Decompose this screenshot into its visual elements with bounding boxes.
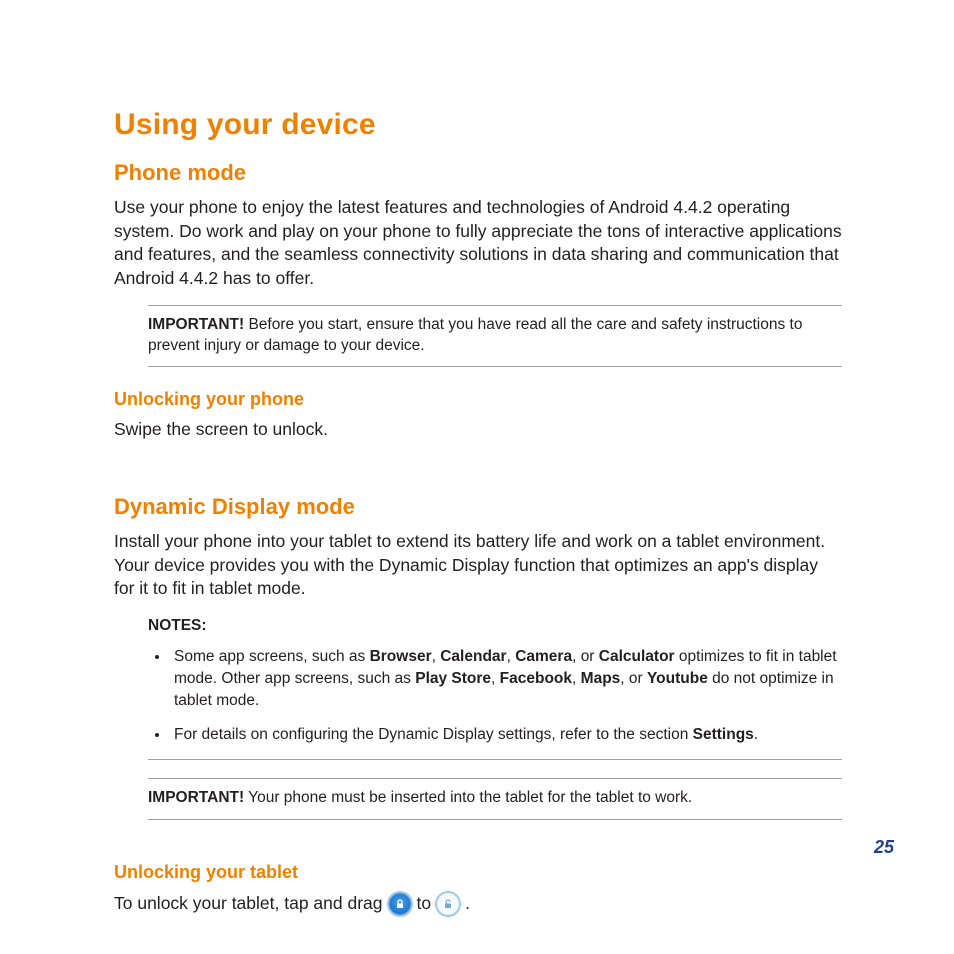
subsection-unlocking-tablet: Unlocking your tablet xyxy=(114,862,842,883)
important-callout-phone: IMPORTANT! Before you start, ensure that… xyxy=(148,305,842,368)
notes-label: NOTES: xyxy=(148,615,842,637)
phone-mode-paragraph: Use your phone to enjoy the latest featu… xyxy=(114,196,842,291)
important-callout-tablet: IMPORTANT! Your phone must be inserted i… xyxy=(148,778,842,819)
important-text: Before you start, ensure that you have r… xyxy=(148,316,802,354)
lock-closed-icon xyxy=(387,891,413,917)
important-label: IMPORTANT! xyxy=(148,789,244,806)
subsection-unlocking-phone: Unlocking your phone xyxy=(114,389,842,410)
page-number: 25 xyxy=(874,837,894,858)
lock-open-icon xyxy=(435,891,461,917)
section-heading-phone-mode: Phone mode xyxy=(114,160,842,186)
unlock-tablet-text: To unlock your tablet, tap and drag to . xyxy=(114,891,842,917)
notes-block: NOTES: Some app screens, such as Browser… xyxy=(148,615,842,760)
note-item-1: Some app screens, such as Browser, Calen… xyxy=(170,646,842,711)
unlock-phone-text: Swipe the screen to unlock. xyxy=(114,418,842,442)
important-text: Your phone must be inserted into the tab… xyxy=(244,789,692,806)
page-title: Using your device xyxy=(114,108,842,142)
section-heading-dynamic-display: Dynamic Display mode xyxy=(114,494,842,520)
note-item-2: For details on configuring the Dynamic D… xyxy=(170,724,842,746)
important-label: IMPORTANT! xyxy=(148,316,244,333)
dynamic-display-paragraph: Install your phone into your tablet to e… xyxy=(114,530,842,601)
manual-page: Using your device Phone mode Use your ph… xyxy=(0,0,954,954)
notes-list: Some app screens, such as Browser, Calen… xyxy=(148,646,842,745)
